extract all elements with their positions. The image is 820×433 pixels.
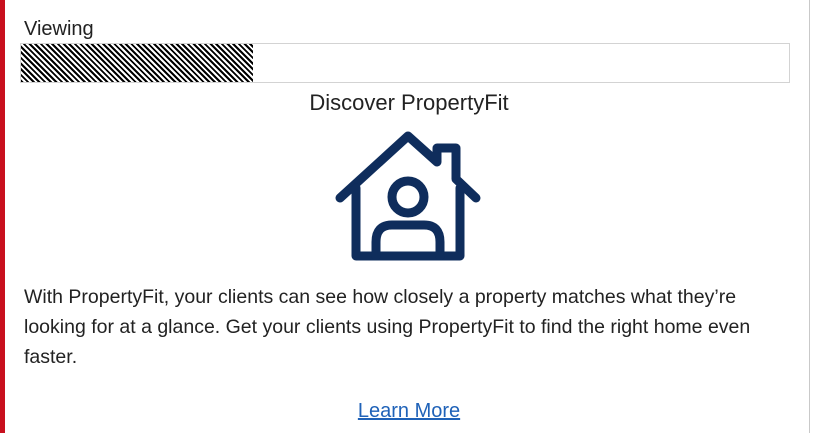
learn-more-link[interactable]: Learn More [358, 400, 460, 422]
house-with-person-icon [335, 131, 481, 261]
left-accent-bar [0, 0, 5, 433]
promo-title: Discover PropertyFit [309, 90, 509, 115]
panel-content: Viewing Discover PropertyFit With Proper… [20, 0, 794, 433]
learn-more-container: Learn More [24, 398, 794, 424]
viewing-label: Viewing [24, 18, 94, 40]
redacted-value [21, 44, 253, 82]
viewing-field [20, 43, 790, 83]
scrollbar[interactable] [810, 0, 820, 433]
promo-description: With PropertyFit, your clients can see h… [24, 286, 751, 368]
